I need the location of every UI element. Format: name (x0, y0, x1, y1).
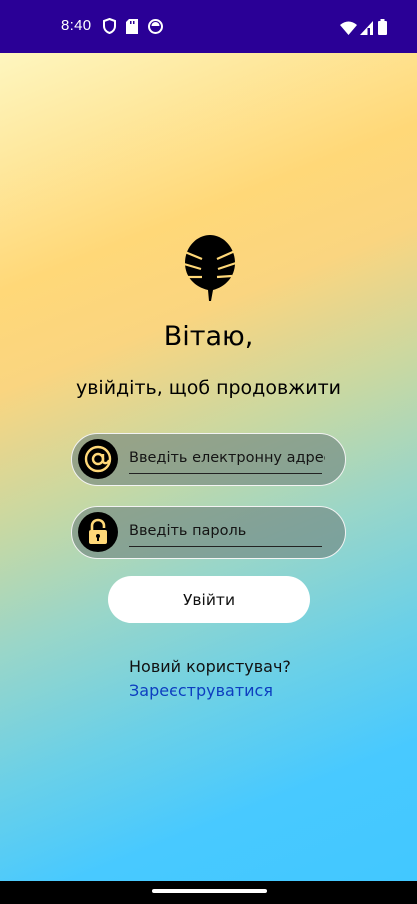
status-time: 8:40 (61, 17, 92, 34)
battery-icon (378, 19, 387, 39)
register-link[interactable]: Зареєструватися (129, 681, 273, 700)
at-sign-icon (78, 439, 118, 479)
cell-signal-icon (360, 20, 373, 39)
login-button[interactable]: Увійти (108, 576, 310, 623)
new-user-prompt: Новий користувач? (129, 657, 291, 676)
greeting-subtitle: увійдіть, щоб продовжити (75, 377, 342, 399)
home-gesture-handle[interactable] (152, 889, 267, 893)
email-field[interactable] (71, 433, 346, 486)
notification-app-icon (148, 19, 163, 38)
status-bar: 8:40 (0, 0, 417, 53)
greeting-title: Вітаю, (163, 321, 254, 352)
monstera-leaf-icon (183, 233, 237, 303)
login-background: Вітаю, увійдіть, щоб продовжити Введіть … (0, 53, 417, 881)
lock-icon (78, 512, 118, 552)
navigation-bar (0, 881, 417, 904)
email-underline (129, 473, 322, 474)
password-underline (129, 546, 322, 547)
sd-card-icon (126, 19, 138, 38)
app-screen: 8:40 Вітаю, увійдіть, щоб продовжити Вве… (0, 0, 417, 904)
shield-icon (103, 17, 116, 38)
email-input[interactable] (129, 447, 325, 469)
password-input[interactable] (129, 520, 325, 542)
password-field[interactable] (71, 506, 346, 559)
wifi-icon (340, 20, 357, 39)
